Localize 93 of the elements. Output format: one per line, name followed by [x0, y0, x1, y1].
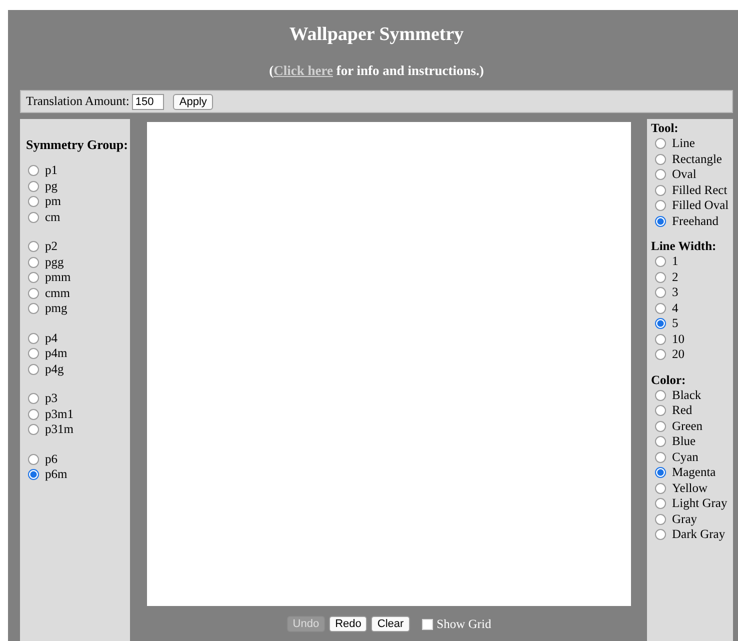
radio-button[interactable]: [655, 498, 666, 510]
symmetry-title: Symmetry Group:: [26, 137, 129, 153]
radio-button[interactable]: [655, 138, 666, 150]
radio-button[interactable]: [655, 436, 666, 448]
option-item[interactable]: Dark Gray: [651, 527, 733, 542]
radio-button[interactable]: [655, 390, 666, 401]
radio-button[interactable]: [655, 184, 666, 196]
checkbox[interactable]: [422, 618, 433, 630]
symmetry-option[interactable]: p6: [26, 452, 130, 467]
info-text: (Click here for info and instructions.): [268, 63, 485, 80]
symmetry-option[interactable]: cmm: [26, 286, 130, 301]
symmetry-option[interactable]: p31m: [26, 422, 130, 438]
radio-button[interactable]: [655, 154, 666, 165]
option-item[interactable]: 1: [651, 254, 733, 270]
option-item[interactable]: Oval: [651, 167, 733, 182]
radio-button[interactable]: [28, 212, 39, 223]
option-item[interactable]: Blue: [651, 434, 733, 450]
radio-button[interactable]: [28, 364, 39, 375]
option-item[interactable]: Filled Rect: [651, 182, 733, 198]
radio-button[interactable]: [655, 216, 666, 227]
symmetry-option[interactable]: p3m1: [26, 406, 130, 422]
symmetry-option[interactable]: p1: [26, 163, 130, 178]
symmetry-option[interactable]: cm: [26, 210, 130, 225]
option-item[interactable]: 2: [651, 270, 733, 285]
radio-button[interactable]: [655, 334, 666, 345]
radio-button[interactable]: [28, 454, 39, 465]
radio-button[interactable]: [655, 272, 666, 283]
radio-button[interactable]: [28, 180, 39, 192]
radio-button[interactable]: [28, 424, 39, 436]
translation-field[interactable]: 150: [132, 94, 164, 110]
option-item[interactable]: 20: [651, 347, 733, 362]
option-item[interactable]: Freehand: [651, 214, 733, 229]
symmetry-option[interactable]: p3: [26, 391, 130, 406]
section-title: Tool:: [651, 121, 680, 136]
option-item[interactable]: Black: [651, 388, 733, 403]
option-item[interactable]: Magenta: [651, 465, 733, 480]
action-button[interactable]: Redo: [329, 616, 368, 632]
symmetry-option[interactable]: pg: [26, 178, 130, 194]
symmetry-option[interactable]: p2: [26, 239, 130, 254]
radio-button[interactable]: [655, 302, 666, 314]
radio-button[interactable]: [655, 169, 666, 180]
radio-button[interactable]: [655, 529, 666, 540]
radio-button[interactable]: [655, 405, 666, 416]
option-item[interactable]: Green: [651, 418, 733, 434]
option-item[interactable]: 10: [651, 332, 733, 347]
option-item[interactable]: Gray: [651, 512, 733, 527]
option-item[interactable]: Cyan: [651, 450, 733, 465]
symmetry-option[interactable]: p6m: [26, 467, 130, 482]
radio-button[interactable]: [655, 482, 666, 494]
option-item[interactable]: 3: [651, 285, 733, 300]
translation-label: Translation Amount:: [26, 94, 130, 109]
radio-button[interactable]: [28, 303, 39, 314]
symmetry-option[interactable]: p4: [26, 330, 130, 346]
page-title: Wallpaper Symmetry: [288, 23, 465, 46]
radio-button[interactable]: [28, 332, 39, 344]
radio-button[interactable]: [655, 256, 666, 268]
option-item[interactable]: Rectangle: [651, 152, 733, 167]
symmetry-option[interactable]: pmm: [26, 270, 130, 286]
radio-button[interactable]: [28, 408, 39, 420]
radio-button[interactable]: [28, 348, 39, 360]
radio-button[interactable]: [655, 452, 666, 463]
radio-button[interactable]: [655, 287, 666, 298]
symmetry-option[interactable]: p4m: [26, 346, 130, 362]
symmetry-option[interactable]: pgg: [26, 254, 130, 270]
option-item[interactable]: 4: [651, 300, 733, 316]
action-button[interactable]: Clear: [371, 616, 410, 632]
option-item[interactable]: Light Gray: [651, 496, 733, 512]
option-item[interactable]: 5: [651, 316, 733, 332]
apply-button[interactable]: Apply: [173, 94, 213, 110]
show-grid-option[interactable]: Show Grid: [422, 616, 492, 632]
radio-button[interactable]: [28, 256, 39, 268]
symmetry-option[interactable]: p4g: [26, 362, 130, 377]
radio-button[interactable]: [28, 165, 39, 176]
option-item[interactable]: Filled Oval: [651, 198, 733, 214]
option-item[interactable]: Yellow: [651, 480, 733, 496]
radio-button[interactable]: [655, 318, 666, 330]
symmetry-option[interactable]: pmg: [26, 301, 130, 316]
radio-button[interactable]: [655, 349, 666, 360]
radio-button[interactable]: [655, 200, 666, 212]
symmetry-option[interactable]: pm: [26, 194, 130, 210]
radio-button[interactable]: [655, 420, 666, 432]
option-item[interactable]: Line: [651, 136, 733, 152]
radio-button[interactable]: [28, 272, 39, 284]
section-title: Line Width:: [651, 239, 718, 254]
radio-button[interactable]: [28, 196, 39, 208]
radio-button[interactable]: [655, 514, 666, 525]
radio-button[interactable]: [655, 467, 666, 478]
section-title: Color:: [651, 372, 687, 388]
radio-button[interactable]: [28, 288, 39, 299]
radio-button[interactable]: [28, 241, 39, 252]
option-item[interactable]: Red: [651, 403, 733, 418]
radio-button[interactable]: [28, 469, 39, 480]
radio-button[interactable]: [28, 393, 39, 404]
